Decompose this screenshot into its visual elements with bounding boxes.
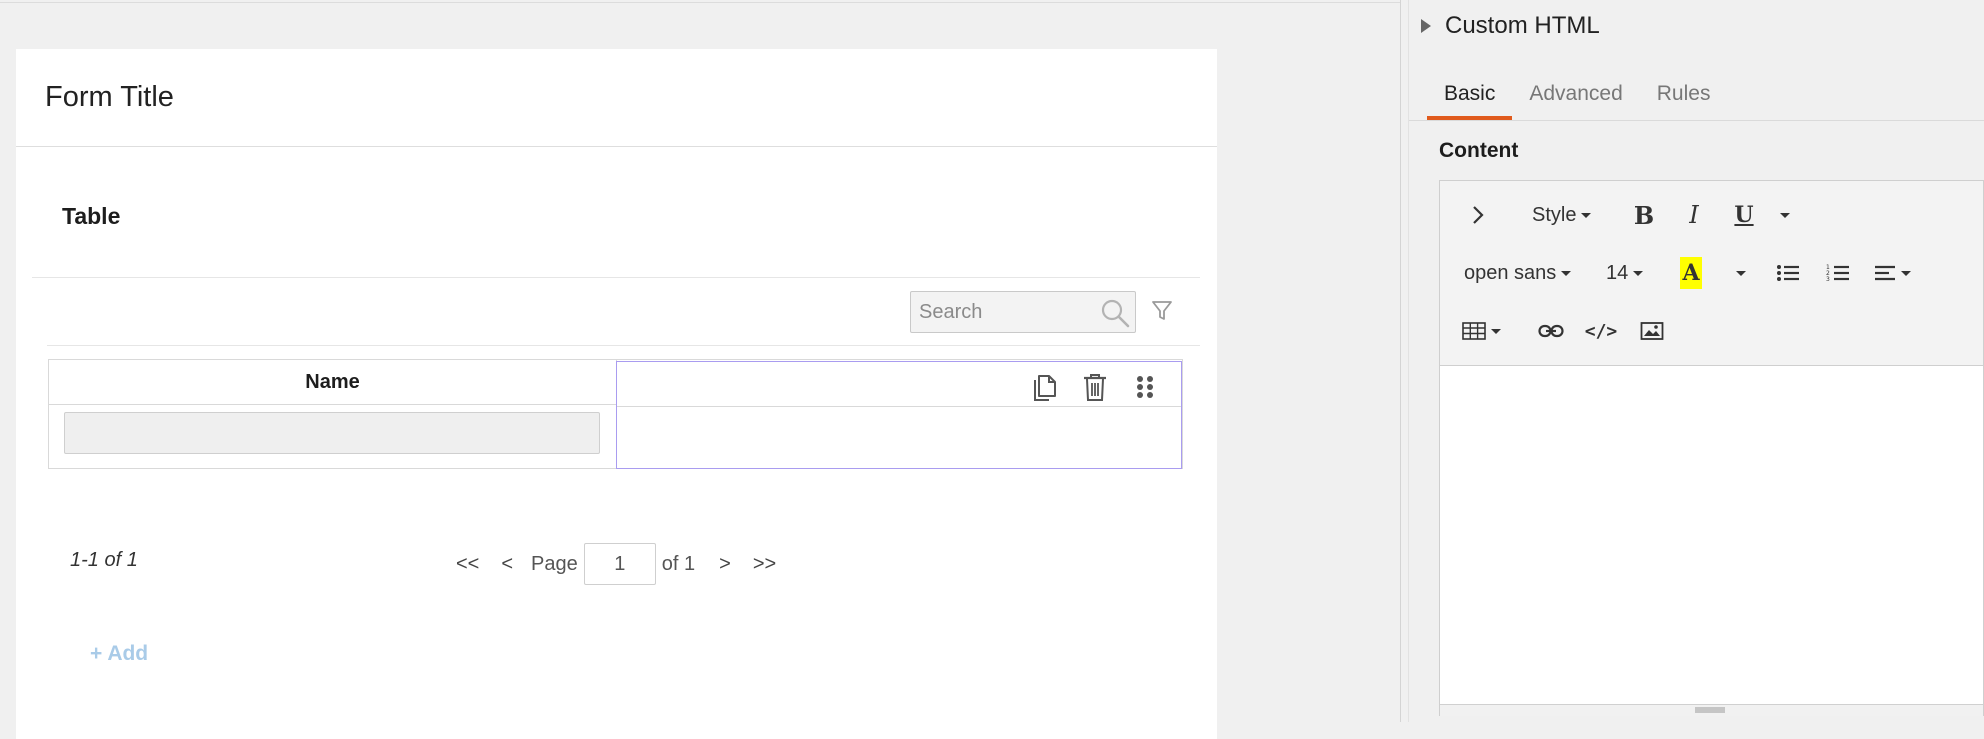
page-label: Page <box>531 552 578 575</box>
canvas-top-divider <box>0 2 1400 3</box>
first-page-button[interactable]: << <box>456 553 479 576</box>
style-dropdown-label: Style <box>1532 203 1577 226</box>
highlight-color-dropdown[interactable] <box>1730 257 1746 289</box>
table-column-selected[interactable] <box>616 361 1182 469</box>
search-input[interactable] <box>917 299 1097 325</box>
panel-title: Custom HTML <box>1445 12 1600 39</box>
name-cell-input[interactable] <box>64 412 600 454</box>
font-family-dropdown[interactable]: open sans <box>1464 257 1572 289</box>
editor-resize-handle[interactable] <box>1440 704 1983 716</box>
italic-icon[interactable]: I <box>1680 199 1708 231</box>
search-box <box>910 291 1136 333</box>
table-section-title: Table <box>62 203 121 229</box>
style-dropdown[interactable]: Style <box>1532 199 1592 231</box>
align-dropdown[interactable] <box>1874 257 1911 289</box>
next-page-button[interactable]: > <box>719 553 731 576</box>
table-column-name[interactable]: Name <box>49 360 617 468</box>
properties-panel: Custom HTML Basic Advanced Rules Content… <box>1409 0 1984 722</box>
code-view-label: </> <box>1584 320 1618 342</box>
resize-grip-icon <box>1695 707 1725 713</box>
table-dropdown[interactable] <box>1462 315 1501 347</box>
form-title[interactable]: Form Title <box>45 81 174 114</box>
section-divider <box>32 277 1200 278</box>
prev-page-button[interactable]: < <box>501 553 513 576</box>
panel-header[interactable]: Custom HTML <box>1421 12 1600 40</box>
tab-advanced[interactable]: Advanced <box>1512 76 1639 120</box>
font-size-dropdown[interactable]: 14 <box>1606 257 1644 289</box>
column-header-divider <box>617 406 1181 407</box>
font-size-label: 14 <box>1606 261 1629 284</box>
chevron-down-icon <box>1581 212 1592 218</box>
font-family-label: open sans <box>1464 261 1557 284</box>
tab-basic[interactable]: Basic <box>1427 76 1513 120</box>
page-number-input[interactable] <box>583 543 656 585</box>
tab-rules[interactable]: Rules <box>1640 76 1728 120</box>
image-icon[interactable] <box>1638 315 1666 347</box>
chevron-down-icon <box>1561 270 1572 276</box>
search-icon[interactable] <box>1099 297 1131 329</box>
rich-text-editor: Style B I U open sans 14 A 1 2 3 </> <box>1439 180 1984 716</box>
code-view-icon[interactable]: </> <box>1584 315 1618 347</box>
trash-icon[interactable] <box>1081 371 1109 403</box>
column-header-name[interactable]: Name <box>49 360 616 405</box>
chevron-down-icon <box>1491 328 1501 334</box>
text-highlight-icon[interactable]: A <box>1680 257 1702 289</box>
content-label: Content <box>1439 139 1519 162</box>
tabs-divider <box>1409 120 1984 121</box>
table-icon <box>1462 322 1486 340</box>
underline-icon[interactable]: U <box>1730 199 1758 231</box>
chevron-down-icon <box>1735 270 1746 276</box>
form-header: Form Title <box>16 49 1217 147</box>
chevron-down-icon <box>1901 270 1911 276</box>
bold-icon[interactable]: B <box>1630 199 1658 231</box>
numbered-list-icon[interactable]: 1 2 3 <box>1824 257 1852 289</box>
editor-toolbar: Style B I U open sans 14 A 1 2 3 </> <box>1440 181 1983 365</box>
filter-icon[interactable] <box>1151 299 1173 323</box>
page-total-label: of 1 <box>661 552 696 575</box>
copy-icon[interactable] <box>1030 371 1058 403</box>
toolbar-divider <box>47 345 1200 346</box>
add-row-button[interactable]: + Add <box>90 642 148 666</box>
bullet-list-icon[interactable] <box>1774 257 1802 289</box>
panel-divider[interactable] <box>1400 0 1401 722</box>
more-options-dropdown[interactable] <box>1774 199 1790 231</box>
link-icon[interactable] <box>1536 315 1566 347</box>
align-left-icon <box>1875 265 1895 281</box>
pager: << < Page of 1 > >> <box>456 543 776 585</box>
collapse-caret-icon[interactable] <box>1421 19 1431 33</box>
chevron-right-icon[interactable] <box>1464 199 1492 231</box>
drag-handle-icon[interactable] <box>1131 371 1159 403</box>
panel-tabs: Basic Advanced Rules <box>1427 76 1727 120</box>
chevron-down-icon <box>1779 212 1790 218</box>
pager-count: 1-1 of 1 <box>70 549 138 571</box>
form-card: Form Title Table Name <box>16 49 1217 739</box>
editor-content-area[interactable] <box>1440 365 1983 705</box>
chevron-down-icon <box>1633 270 1644 276</box>
last-page-button[interactable]: >> <box>753 553 776 576</box>
svg-text:3: 3 <box>1826 276 1830 283</box>
